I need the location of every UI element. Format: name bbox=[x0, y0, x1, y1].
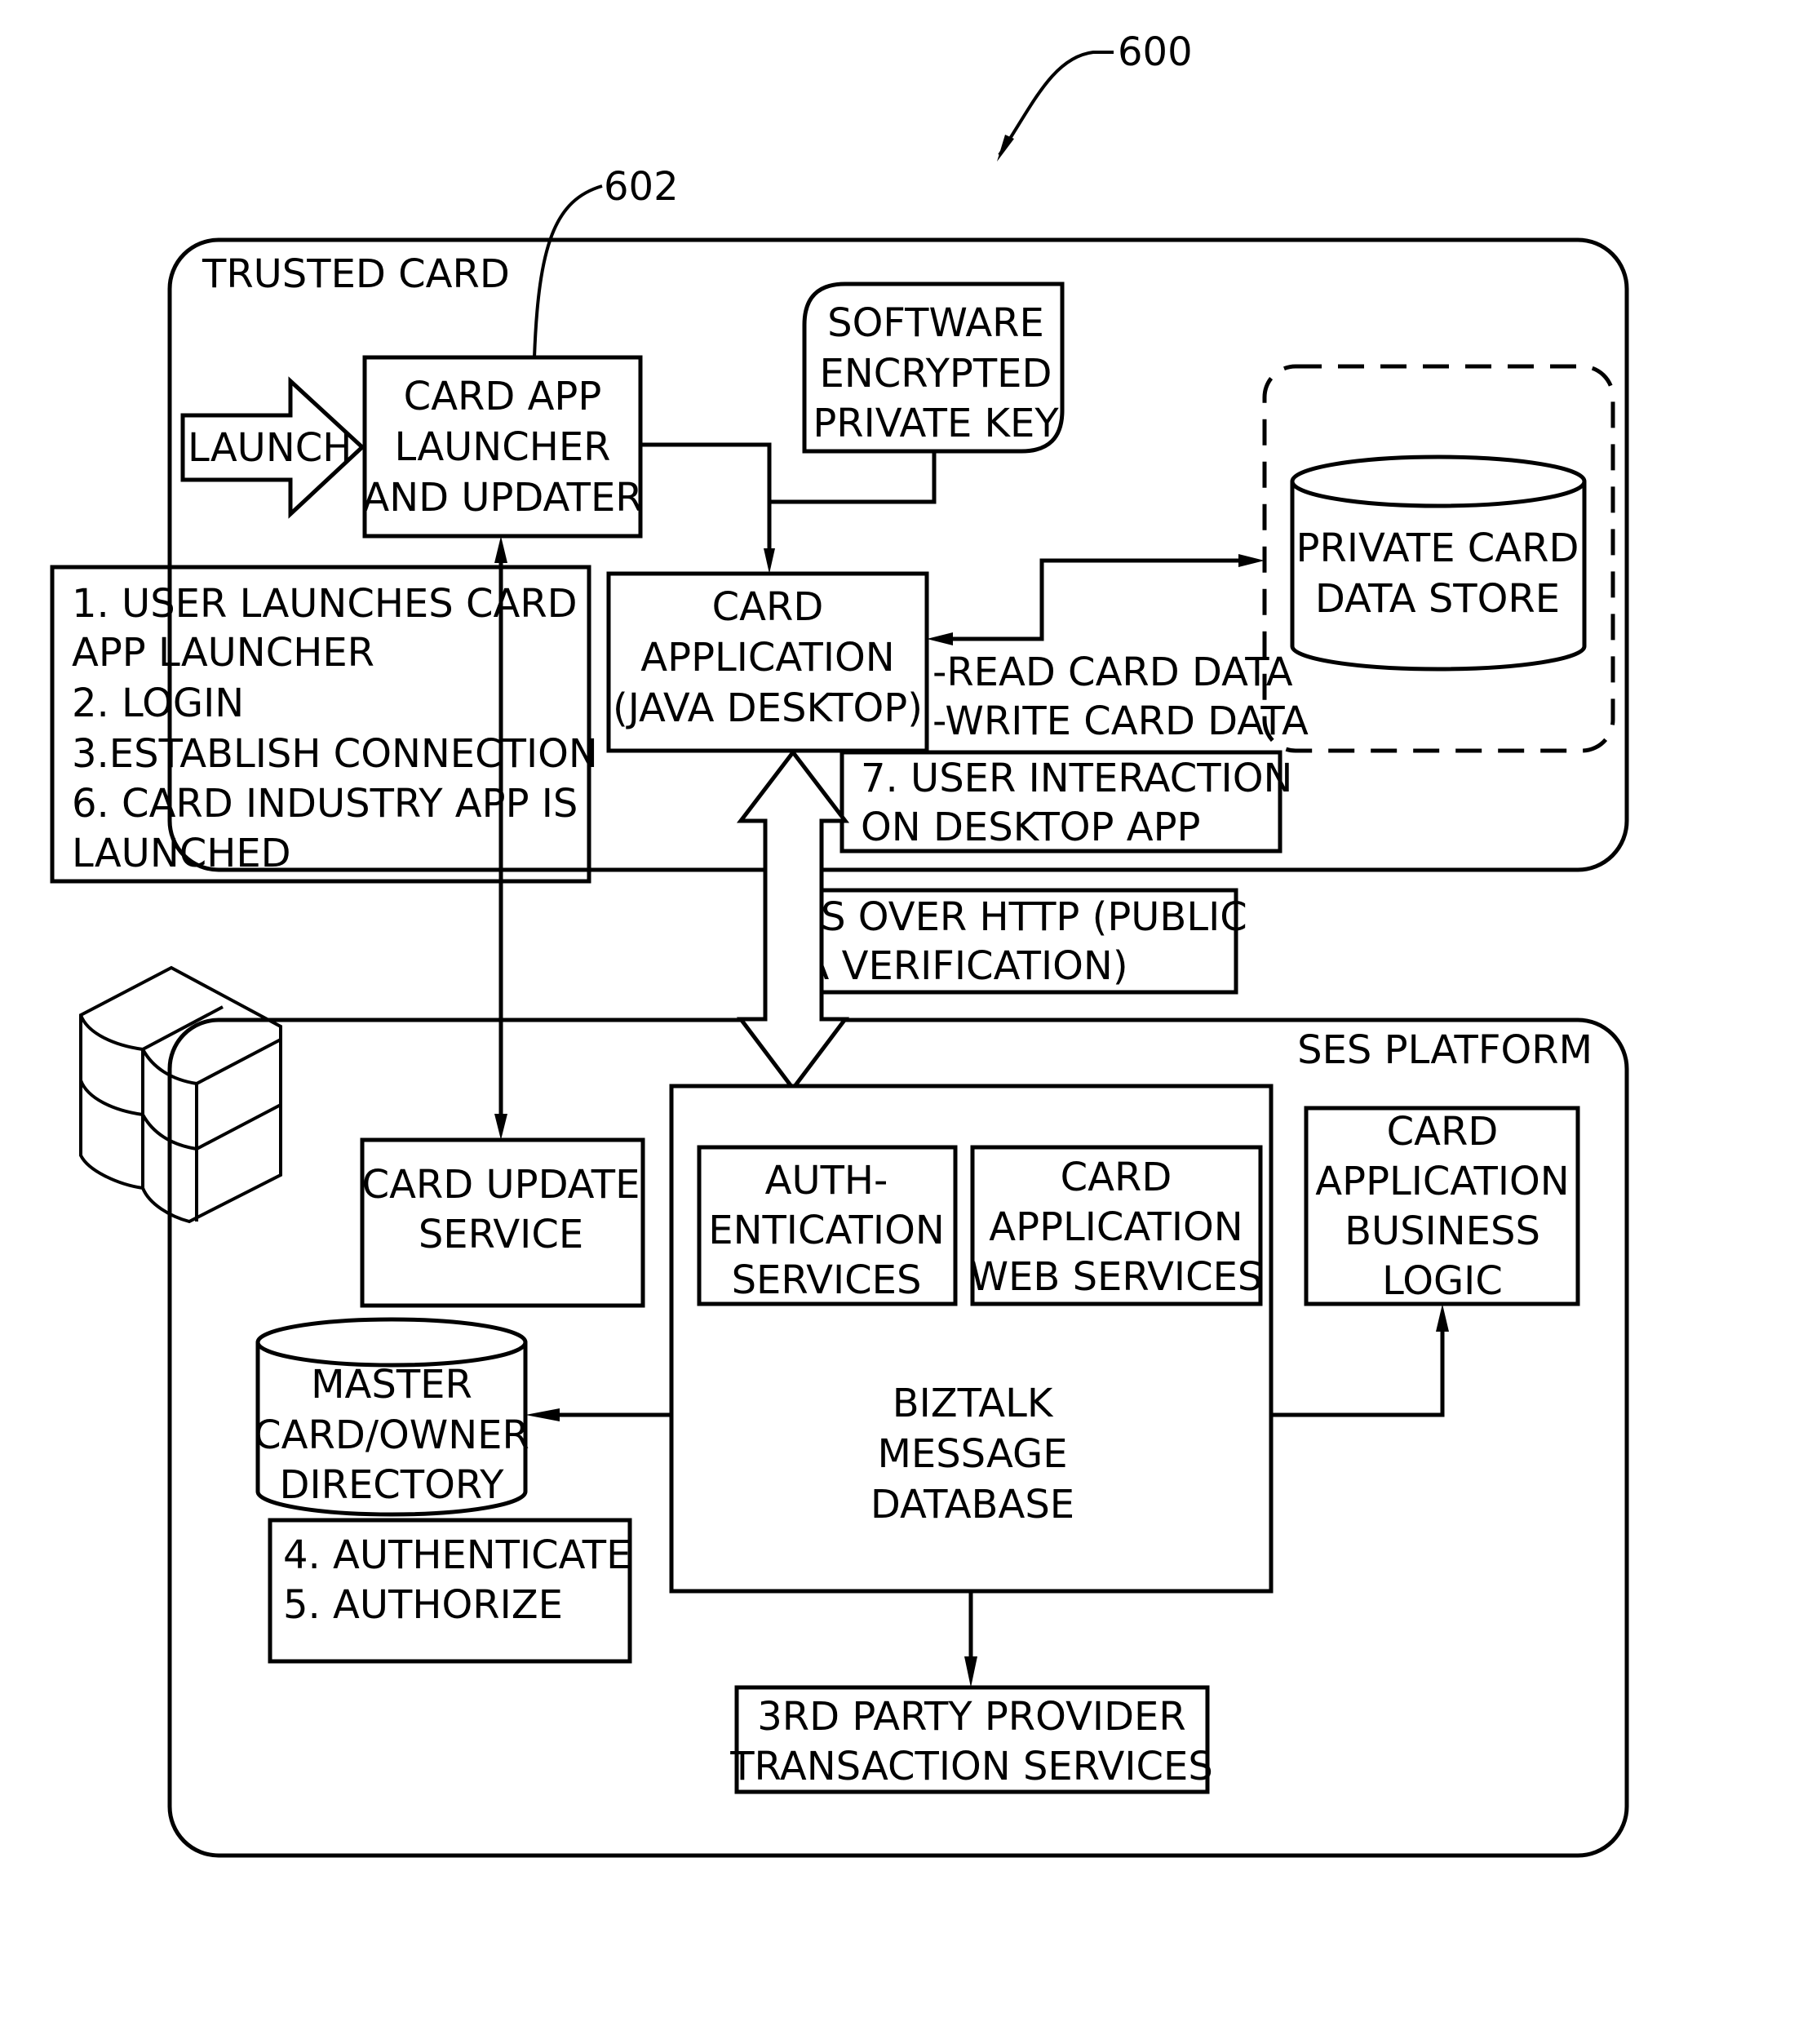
step-line-6: LAUNCHED bbox=[72, 831, 291, 876]
key-line-2: ENCRYPTED bbox=[820, 351, 1052, 397]
third-party-provider-box[interactable]: 3RD PARTY PROVIDER TRANSACTION SERVICES bbox=[729, 1685, 1213, 1794]
tls-line-1: TLS OVER HTTP (PUBLIC bbox=[774, 894, 1247, 940]
launch-label: LAUNCH bbox=[188, 425, 352, 471]
arrowhead-icon bbox=[1238, 554, 1265, 567]
master-directory-db[interactable]: MASTER CARD/OWNER DIRECTORY bbox=[254, 1317, 529, 1517]
card-update-service-box[interactable]: CARD UPDATE SERVICE bbox=[360, 1137, 645, 1308]
key-line-3: PRIVATE KEY bbox=[813, 401, 1059, 446]
auth-line-2: ENTICATION bbox=[708, 1208, 945, 1253]
card-app-launcher-box[interactable]: CARD APP LAUNCHER AND UPDATER bbox=[362, 355, 643, 539]
web-services-line-2: APPLICATION bbox=[989, 1204, 1243, 1250]
auth-line-3: SERVICES bbox=[732, 1257, 922, 1303]
arrowhead-icon bbox=[927, 632, 953, 645]
arrowhead-up-icon bbox=[1436, 1304, 1449, 1332]
data-store-line-1: PRIVATE CARD bbox=[1296, 525, 1579, 571]
arrowhead-left-icon bbox=[525, 1408, 560, 1421]
business-logic-line-2: APPLICATION bbox=[1315, 1159, 1569, 1204]
read-card-data-label: -READ CARD DATA bbox=[933, 650, 1293, 695]
arrowhead-down-icon bbox=[494, 1114, 507, 1140]
launcher-to-card-app-connector bbox=[640, 442, 937, 574]
card-app-line-3: (JAVA DESKTOP) bbox=[613, 685, 923, 731]
card-application-box[interactable]: CARD APPLICATION (JAVA DESKTOP) bbox=[606, 571, 929, 753]
server-stack-icon bbox=[79, 965, 282, 1224]
user-interaction-note: 7. USER INTERACTION ON DESKTOP APP bbox=[839, 750, 1292, 854]
biztalk-line-3: DATABASE bbox=[870, 1482, 1074, 1527]
launcher-line-2: LAUNCHER bbox=[394, 424, 610, 470]
biztalk-to-business-logic-connector bbox=[1271, 1304, 1449, 1417]
step-line-3: 2. LOGIN bbox=[72, 681, 244, 726]
private-card-data-store[interactable]: PRIVATE CARD DATA STORE bbox=[1262, 364, 1615, 753]
step-line-2: APP LAUNCHER bbox=[72, 630, 374, 676]
card-app-line-1: CARD bbox=[712, 584, 824, 630]
private-key-box[interactable]: SOFTWARE ENCRYPTED PRIVATE KEY bbox=[802, 282, 1065, 454]
third-party-line-2: TRANSACTION SERVICES bbox=[729, 1744, 1213, 1789]
third-party-line-1: 3RD PARTY PROVIDER bbox=[757, 1694, 1185, 1740]
launch-arrow[interactable]: LAUNCH bbox=[180, 376, 365, 519]
reference-600: 600 bbox=[997, 29, 1193, 162]
directory-line-3: DIRECTORY bbox=[279, 1462, 504, 1508]
user-interaction-line-1: 7. USER INTERACTION bbox=[861, 756, 1292, 801]
database-cylinder-body-icon bbox=[1290, 481, 1587, 672]
tls-line-2: CA VERIFICATION) bbox=[775, 943, 1128, 989]
reference-602: 602 bbox=[533, 164, 679, 358]
business-logic-box[interactable]: CARD APPLICATION BUSINESS LOGIC bbox=[1304, 1106, 1580, 1306]
launcher-update-connector bbox=[494, 536, 507, 1140]
business-logic-line-1: CARD bbox=[1387, 1109, 1499, 1155]
auth-steps-note: 4. AUTHENTICATE 5. AUTHORIZE bbox=[268, 1518, 632, 1664]
biztalk-to-third-party-connector bbox=[964, 1591, 977, 1687]
auth-step-line-2: 5. AUTHORIZE bbox=[283, 1582, 563, 1628]
step-line-4: 3.ESTABLISH CONNECTION bbox=[72, 731, 598, 777]
trusted-card-title: TRUSTED CARD bbox=[202, 251, 510, 297]
write-card-data-label: -WRITE CARD DATA bbox=[933, 698, 1309, 744]
system-architecture-diagram: 600 602 TRUSTED CARD SES PLATFORM LAUNCH… bbox=[50, 29, 1629, 1858]
steps-note: 1. USER LAUNCHES CARD APP LAUNCHER 2. LO… bbox=[50, 565, 598, 884]
launcher-line-3: AND UPDATER bbox=[362, 475, 642, 521]
directory-line-1: MASTER bbox=[311, 1362, 472, 1408]
business-logic-line-3: BUSINESS bbox=[1344, 1208, 1540, 1254]
data-store-line-2: DATA STORE bbox=[1315, 576, 1560, 622]
reference-arrowhead-icon bbox=[997, 135, 1014, 162]
auth-line-1: AUTH- bbox=[765, 1158, 888, 1204]
database-cylinder-top-icon bbox=[255, 1317, 528, 1368]
biztalk-line-2: MESSAGE bbox=[877, 1431, 1067, 1477]
read-write-connector: -READ CARD DATA -WRITE CARD DATA bbox=[927, 554, 1309, 744]
arrowhead-up-icon bbox=[494, 536, 507, 563]
ses-platform-title: SES PLATFORM bbox=[1297, 1027, 1593, 1073]
auth-step-line-1: 4. AUTHENTICATE bbox=[283, 1532, 631, 1578]
user-interaction-line-2: ON DESKTOP APP bbox=[861, 805, 1200, 850]
card-update-line-1: CARD UPDATE bbox=[362, 1162, 640, 1208]
reference-numeral-602: 602 bbox=[604, 164, 679, 210]
web-services-line-3: WEB SERVICES bbox=[970, 1254, 1263, 1300]
card-app-web-services-box[interactable]: CARD APPLICATION WEB SERVICES bbox=[970, 1145, 1263, 1306]
key-line-1: SOFTWARE bbox=[827, 300, 1044, 346]
reference-numeral-600: 600 bbox=[1118, 29, 1193, 75]
authentication-services-box[interactable]: AUTH- ENTICATION SERVICES bbox=[697, 1145, 958, 1306]
arrowhead-icon bbox=[764, 548, 775, 574]
biztalk-line-1: BIZTALK bbox=[893, 1381, 1054, 1426]
business-logic-line-4: LOGIC bbox=[1382, 1258, 1503, 1304]
arrowhead-down-icon bbox=[964, 1656, 977, 1687]
card-app-line-2: APPLICATION bbox=[640, 635, 894, 681]
database-cylinder-top-icon bbox=[1290, 454, 1587, 508]
card-update-line-2: SERVICE bbox=[419, 1212, 583, 1257]
tls-label: TLS OVER HTTP (PUBLIC CA VERIFICATION) bbox=[767, 888, 1247, 995]
directory-line-2: CARD/OWNER bbox=[254, 1412, 529, 1458]
web-services-line-1: CARD bbox=[1061, 1155, 1172, 1200]
biztalk-to-directory-connector bbox=[525, 1408, 671, 1421]
launcher-line-1: CARD APP bbox=[404, 374, 602, 419]
